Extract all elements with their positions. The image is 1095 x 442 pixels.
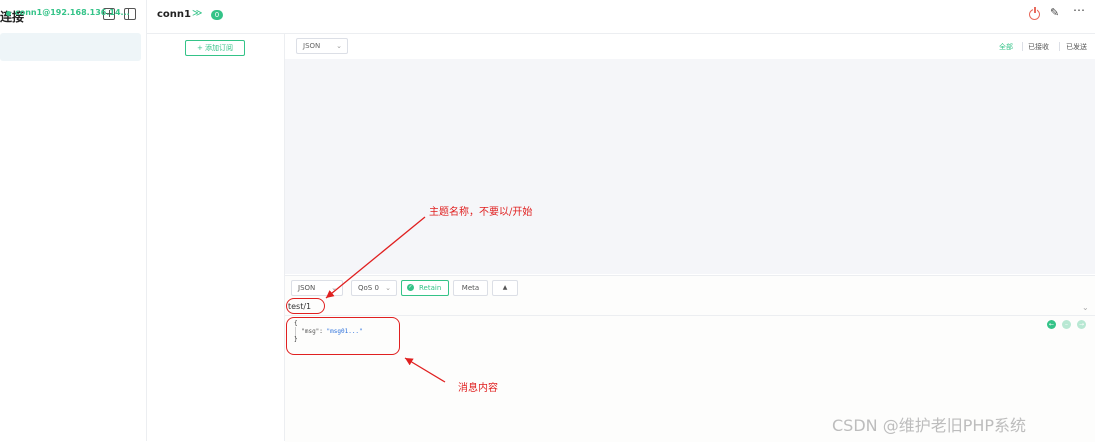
payload-annotation: 消息内容 bbox=[458, 383, 498, 394]
annotation-arrows bbox=[325, 216, 446, 383]
topic-annotation: 主题名称，不要以/开始 bbox=[429, 207, 533, 218]
payload-arrow bbox=[404, 357, 446, 383]
watermark: CSDN @维护老旧PHP系统 bbox=[832, 416, 1027, 435]
topic-arrow bbox=[325, 216, 426, 299]
